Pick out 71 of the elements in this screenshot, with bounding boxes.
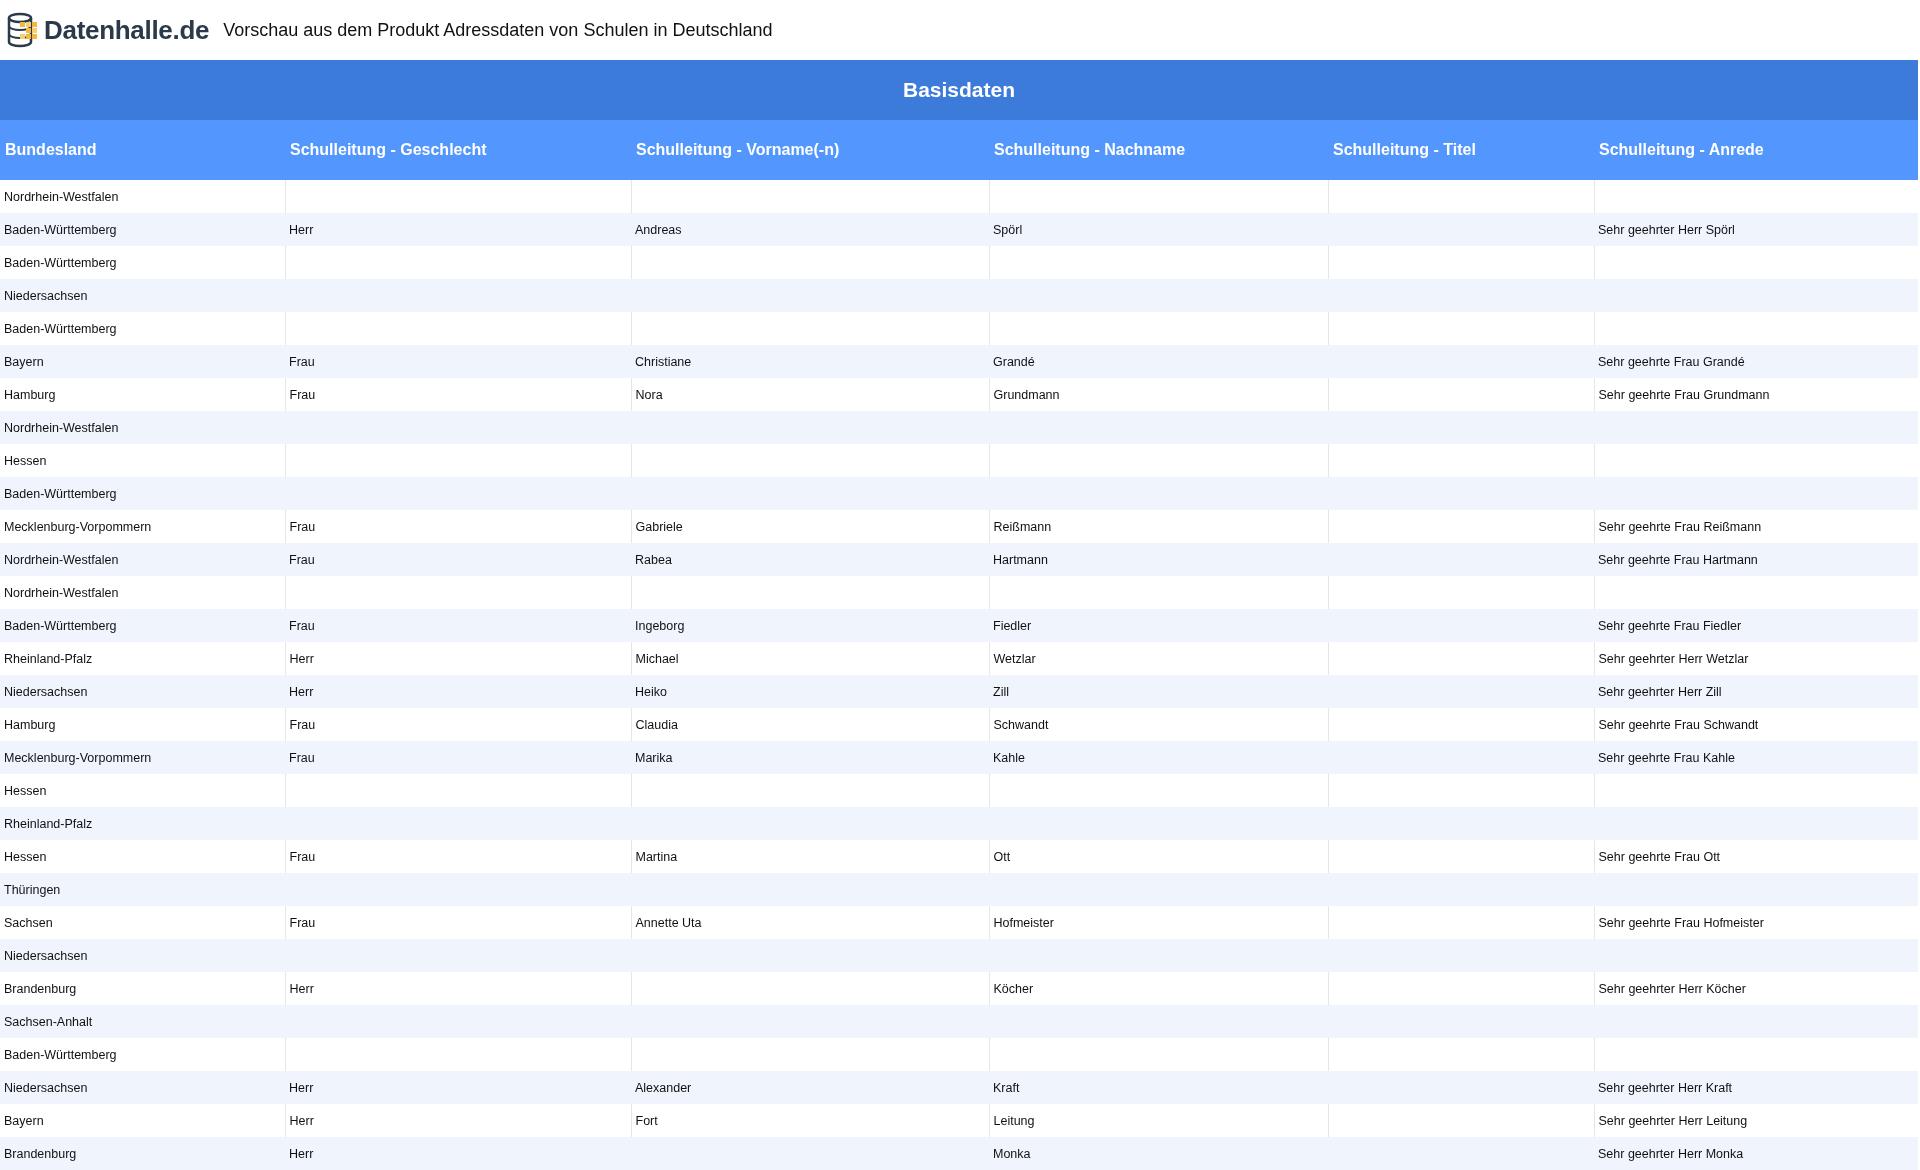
table-cell: Alexander — [631, 1071, 989, 1104]
table-cell: Fiedler — [989, 609, 1328, 642]
logo-text: Datenhalle.de — [44, 14, 210, 46]
table-cell: Marika — [631, 741, 989, 774]
table-cell: Baden-Württemberg — [0, 312, 285, 345]
table-cell: Nordrhein-Westfalen — [0, 543, 285, 576]
table-cell: Sehr geehrte Frau Grandé — [1594, 345, 1918, 378]
table-cell: Herr — [285, 1137, 631, 1170]
table-cell: Nordrhein-Westfalen — [0, 411, 285, 444]
column-header: Schulleitung - Geschlecht — [285, 120, 631, 180]
table-cell: Hessen — [0, 840, 285, 873]
table-cell: Baden-Württemberg — [0, 213, 285, 246]
table-cell: Sehr geehrter Herr Zill — [1594, 675, 1918, 708]
table-cell: Hartmann — [989, 543, 1328, 576]
table-cell: Nordrhein-Westfalen — [0, 576, 285, 609]
database-logo-icon — [6, 12, 40, 48]
column-header: Schulleitung - Vorname(-n) — [631, 120, 989, 180]
table-cell: Rheinland-Pfalz — [0, 642, 285, 675]
table-cell: Hamburg — [0, 708, 285, 741]
table-cell: Sehr geehrter Herr Monka — [1594, 1137, 1918, 1170]
table-cell: Baden-Württemberg — [0, 477, 285, 510]
table-cell: Sachsen — [0, 906, 285, 939]
table-cell: Brandenburg — [0, 1137, 285, 1170]
table-cell: Kahle — [989, 741, 1328, 774]
table-cell: Frau — [285, 609, 631, 642]
table-cell: Frau — [285, 741, 631, 774]
table-cell: Frau — [285, 345, 631, 378]
column-header: Schulleitung - Anrede — [1594, 120, 1918, 180]
table-cell: Baden-Württemberg — [0, 246, 285, 279]
table-cell: Sehr geehrter Herr Kraft — [1594, 1071, 1918, 1104]
table-cell: Sachsen-Anhalt — [0, 1005, 285, 1038]
table-cell: Frau — [285, 543, 631, 576]
table-cell: Sehr geehrte Frau Kahle — [1594, 741, 1918, 774]
column-header: Schulleitung - Titel — [1328, 120, 1594, 180]
table-cell: Spörl — [989, 213, 1328, 246]
table-cell: Monka — [989, 1137, 1328, 1170]
table-cell: Andreas — [631, 213, 989, 246]
table-cell: Herr — [285, 675, 631, 708]
table-cell: Zill — [989, 675, 1328, 708]
table-cell: Rabea — [631, 543, 989, 576]
table-cell: Bayern — [0, 1104, 285, 1137]
table-cell: Hessen — [0, 444, 285, 477]
table-cell: Grandé — [989, 345, 1328, 378]
table-cell: Hamburg — [0, 378, 285, 411]
table-cell: Sehr geehrter Herr Spörl — [1594, 213, 1918, 246]
table-cell: Nordrhein-Westfalen — [0, 180, 285, 213]
table-cell: Sehr geehrte Frau Fiedler — [1594, 609, 1918, 642]
table-cell: Mecklenburg-Vorpommern — [0, 741, 285, 774]
table-cell: Heiko — [631, 675, 989, 708]
table-cell: Niedersachsen — [0, 279, 285, 312]
table-cell: Baden-Württemberg — [0, 1038, 285, 1071]
table-cell: Brandenburg — [0, 972, 285, 1005]
column-header: Bundesland — [0, 120, 285, 180]
table-cell: Herr — [285, 1071, 631, 1104]
table-cell: Sehr geehrte Frau Hartmann — [1594, 543, 1918, 576]
column-header: Schulleitung - Nachname — [989, 120, 1328, 180]
table-cell: Niedersachsen — [0, 675, 285, 708]
table-cell: Bayern — [0, 345, 285, 378]
table-cell: Rheinland-Pfalz — [0, 807, 285, 840]
table-cell: Christiane — [631, 345, 989, 378]
group-header: Basisdaten — [0, 60, 1918, 120]
table-cell: Baden-Württemberg — [0, 609, 285, 642]
table-cell: Ingeborg — [631, 609, 989, 642]
table-cell: Niedersachsen — [0, 1071, 285, 1104]
table-cell: Thüringen — [0, 873, 285, 906]
table-cell: Kraft — [989, 1071, 1328, 1104]
table-cell: Hessen — [0, 774, 285, 807]
page-title: Vorschau aus dem Produkt Adressdaten von Schulen in Deutschland — [223, 19, 773, 41]
table-cell: Herr — [285, 213, 631, 246]
table-cell: Mecklenburg-Vorpommern — [0, 510, 285, 543]
table-cell: Niedersachsen — [0, 939, 285, 972]
